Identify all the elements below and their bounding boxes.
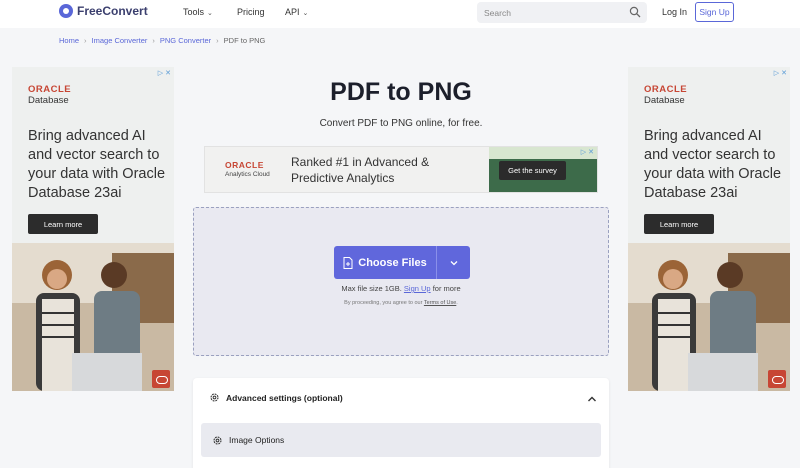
- logo-icon: [59, 4, 73, 18]
- advanced-settings-title: Advanced settings (optional): [226, 392, 343, 403]
- nav-pricing-label: Pricing: [237, 7, 265, 17]
- signup-link[interactable]: Sign Up: [404, 284, 431, 293]
- left-ad[interactable]: ▷ ✕ ORACLE Database Bring advanced AI an…: [12, 67, 174, 391]
- chevron-down-icon: ⌄: [302, 10, 309, 17]
- terms-of-use-link[interactable]: Terms of Use: [424, 300, 456, 306]
- nav-pricing[interactable]: Pricing: [237, 7, 265, 17]
- max-size-note: Max file size 1GB. Sign Up for more: [194, 284, 608, 293]
- gear-icon: [210, 393, 219, 402]
- top-header: FreeConvert Tools ⌄ Pricing API ⌄ Search L…: [0, 0, 800, 28]
- terms-period: .: [456, 300, 458, 306]
- file-dropzone[interactable]: Choose Files Max file size 1GB. Sign Up …: [193, 207, 609, 356]
- logo-text: FreeConvert: [77, 4, 148, 18]
- image-options-label: Image Options: [229, 435, 285, 445]
- image-options-section[interactable]: Image Options: [201, 423, 601, 457]
- breadcrumb-current: PDF to PNG: [223, 36, 266, 45]
- ad-choices-icon[interactable]: ▷ ✕: [581, 148, 594, 156]
- advanced-settings-toggle[interactable]: Advanced settings (optional): [209, 392, 343, 403]
- right-ad[interactable]: ▷ ✕ ORACLE Database Bring advanced AI an…: [628, 67, 790, 391]
- chevron-right-icon: ›: [152, 36, 155, 45]
- ad-brand: ORACLE: [28, 84, 72, 95]
- nav-api[interactable]: API ⌄: [285, 7, 308, 17]
- ad-headline: Bring advanced AI and vector search to y…: [28, 128, 166, 201]
- chevron-up-icon[interactable]: [587, 395, 597, 403]
- ad-photo: [628, 243, 790, 391]
- ad-photo: [12, 243, 174, 391]
- learn-more-button[interactable]: Learn more: [28, 214, 98, 234]
- nav-api-label: API: [285, 7, 300, 17]
- ad-product: Database: [644, 95, 685, 106]
- chevron-right-icon: ›: [84, 36, 87, 45]
- chevron-right-icon: ›: [216, 36, 219, 45]
- breadcrumb-image-converter[interactable]: Image Converter: [92, 36, 148, 45]
- max-size-text: Max file size 1GB.: [341, 284, 402, 293]
- signup-button[interactable]: Sign Up: [695, 2, 734, 22]
- choose-files-dropdown[interactable]: [437, 246, 470, 279]
- login-link[interactable]: Log In: [662, 7, 687, 17]
- advanced-settings-panel: Advanced settings (optional) Image Optio…: [193, 378, 609, 468]
- terms-note: By proceeding, you agree to our Terms of…: [194, 300, 608, 306]
- ad-product: Database: [28, 95, 69, 106]
- ad-headline: Bring advanced AI and vector search to y…: [644, 128, 782, 201]
- gear-icon: [213, 435, 222, 445]
- search-placeholder: Search: [484, 8, 511, 18]
- choose-files-label: Choose Files: [358, 256, 427, 269]
- breadcrumb-home[interactable]: Home: [59, 36, 79, 45]
- terms-text: By proceeding, you agree to our: [344, 300, 423, 306]
- nav-tools[interactable]: Tools ⌄: [183, 7, 213, 17]
- search-icon[interactable]: [629, 6, 641, 18]
- choose-files-button[interactable]: Choose Files: [334, 246, 470, 279]
- oracle-badge-icon: [152, 370, 170, 388]
- banner-ad[interactable]: ORACLE Analytics Cloud Ranked #1 in Adva…: [204, 146, 598, 193]
- freeconvert-logo[interactable]: FreeConvert: [59, 4, 148, 18]
- ad-brand: ORACLE: [644, 84, 688, 95]
- breadcrumb: Home › Image Converter › PNG Converter ›…: [59, 36, 265, 45]
- ad-choices-icon[interactable]: ▷ ✕: [158, 69, 171, 77]
- max-size-suffix: for more: [432, 284, 461, 293]
- banner-ad-product: Analytics Cloud: [225, 171, 270, 178]
- chevron-down-icon: [450, 260, 457, 265]
- ad-choices-icon[interactable]: ▷ ✕: [774, 69, 787, 77]
- get-survey-button[interactable]: Get the survey: [499, 161, 566, 180]
- nav-tools-label: Tools: [183, 7, 205, 17]
- banner-ad-brand: ORACLE: [225, 160, 264, 170]
- learn-more-button[interactable]: Learn more: [644, 214, 714, 234]
- page-title: PDF to PNG: [330, 78, 472, 106]
- chevron-down-icon: ⌄: [207, 10, 213, 17]
- breadcrumb-png-converter[interactable]: PNG Converter: [160, 36, 211, 45]
- file-icon: [343, 256, 353, 269]
- choose-files-main[interactable]: Choose Files: [334, 246, 437, 279]
- banner-ad-text: Ranked #1 in Advanced & Predictive Analy…: [291, 155, 430, 185]
- search-input[interactable]: Search: [477, 2, 647, 23]
- oracle-badge-icon: [768, 370, 786, 388]
- page-subtitle: Convert PDF to PNG online, for free.: [319, 118, 483, 129]
